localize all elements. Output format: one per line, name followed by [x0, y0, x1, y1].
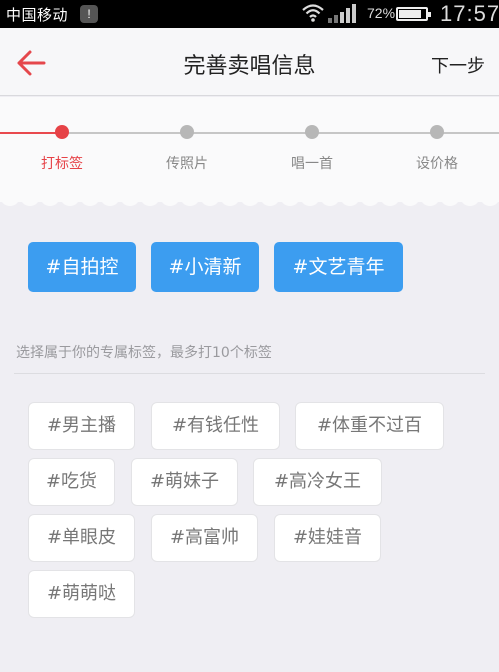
- signal-icon: [328, 4, 356, 23]
- wifi-icon: [302, 4, 324, 22]
- app-header: 完善卖唱信息 下一步: [0, 28, 499, 96]
- step-progress: 打标签 传照片 唱一首 设价格: [0, 97, 499, 202]
- tag-option[interactable]: #萌萌哒: [28, 570, 135, 618]
- tag-option[interactable]: #高富帅: [151, 514, 258, 562]
- step-label: 设价格: [416, 156, 458, 172]
- step-sing: 唱一首: [257, 125, 367, 173]
- selected-tag[interactable]: #自拍控: [28, 242, 136, 292]
- tag-option[interactable]: #男主播: [28, 402, 135, 450]
- step-label: 传照片: [166, 156, 208, 172]
- divider: [14, 373, 485, 374]
- step-dot: [305, 125, 319, 139]
- next-step-button[interactable]: 下一步: [431, 52, 485, 78]
- tag-option[interactable]: #萌妹子: [131, 458, 238, 506]
- step-dot: [180, 125, 194, 139]
- scallop-divider: [0, 196, 499, 206]
- tag-option[interactable]: #单眼皮: [28, 514, 135, 562]
- selected-tag[interactable]: #文艺青年: [274, 242, 403, 292]
- step-label: 唱一首: [291, 156, 333, 172]
- carrier-name: 中国移动: [6, 7, 69, 24]
- clock: 17:57: [440, 1, 499, 26]
- step-dot: [55, 125, 69, 139]
- status-bar: 中国移动 ! 72% 17:57: [0, 0, 499, 28]
- step-tagging: 打标签: [7, 125, 117, 173]
- selected-tag[interactable]: #小清新: [151, 242, 259, 292]
- notification-icon: !: [80, 5, 98, 23]
- step-dot: [430, 125, 444, 139]
- tag-option[interactable]: #高冷女王: [253, 458, 382, 506]
- step-label: 打标签: [41, 156, 83, 172]
- step-photos: 传照片: [132, 125, 242, 173]
- page-title: 完善卖唱信息: [183, 54, 316, 79]
- tag-option[interactable]: #有钱任性: [151, 402, 280, 450]
- tag-option[interactable]: #吃货: [28, 458, 115, 506]
- battery-icon: [396, 7, 431, 21]
- selected-tags: #自拍控 #小清新 #文艺青年: [0, 240, 499, 300]
- step-price: 设价格: [382, 125, 492, 173]
- tag-option[interactable]: #体重不过百: [295, 402, 444, 450]
- tag-option[interactable]: #娃娃音: [274, 514, 381, 562]
- battery-percent: 72%: [367, 5, 396, 21]
- tag-hint: 选择属于你的专属标签，最多打10个标签: [16, 345, 272, 361]
